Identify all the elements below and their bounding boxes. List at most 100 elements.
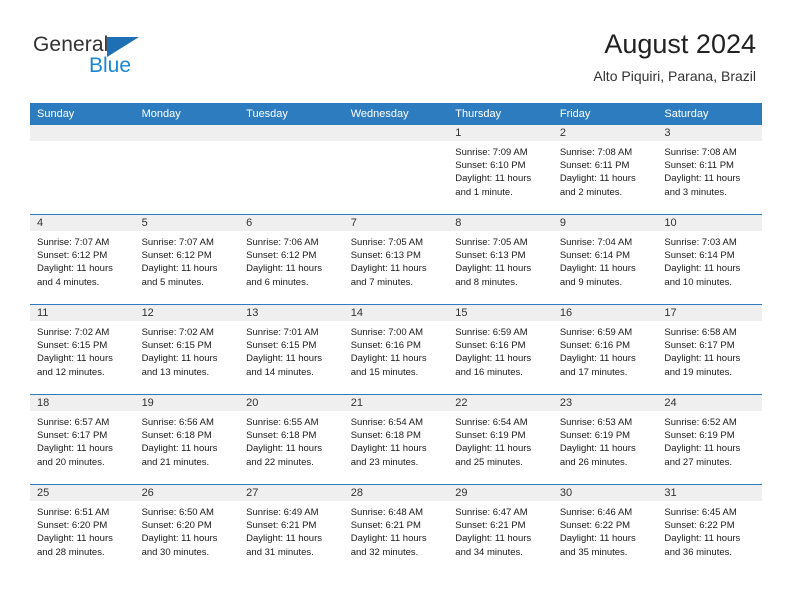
day-cell[interactable]: 30 Sunrise: 6:46 AM Sunset: 6:22 PM Dayligh…	[552, 485, 658, 574]
day-number: 8	[455, 217, 462, 229]
day-cell[interactable]: 13 Sunrise: 7:01 AM Sunset: 6:15 PM Dayligh…	[239, 305, 344, 394]
daylight-text: and 30 minutes.	[141, 546, 210, 558]
day-number-band: 12	[134, 305, 240, 322]
day-cell[interactable]: 29 Sunrise: 6:47 AM Sunset: 6:21 PM Dayligh…	[448, 485, 553, 574]
daylight-text: Daylight: 11 hours	[246, 533, 323, 545]
day-cell[interactable]: 22 Sunrise: 6:54 AM Sunset: 6:19 PM Dayligh…	[448, 395, 553, 484]
day-number-band: 15	[448, 305, 553, 322]
daylight-text: and 36 minutes.	[664, 546, 733, 558]
sunset-text: Sunset: 6:21 PM	[350, 520, 421, 532]
day-number: 7	[350, 217, 357, 229]
day-number-band: 2	[552, 125, 658, 142]
day-cell[interactable]: 18 Sunrise: 6:57 AM Sunset: 6:17 PM Dayligh…	[30, 395, 135, 484]
day-details: Sunrise: 6:59 AM Sunset: 6:16 PM Daylight:…	[553, 322, 658, 379]
day-cell[interactable]: 12 Sunrise: 7:02 AM Sunset: 6:15 PM Dayligh…	[134, 305, 240, 394]
daylight-text: Daylight: 11 hours	[559, 263, 636, 275]
day-number: 16	[559, 307, 573, 319]
weekday-header-saturday: Saturday	[664, 108, 709, 120]
day-cell[interactable]: 14 Sunrise: 7:00 AM Sunset: 6:16 PM Dayligh…	[343, 305, 449, 394]
general-blue-logo[interactable]: General Blue	[33, 33, 233, 83]
sunset-text: Sunset: 6:21 PM	[246, 520, 317, 532]
day-cell-empty	[134, 125, 240, 214]
weekday-header-wednesday: Wednesday	[350, 108, 409, 120]
day-number-band: 23	[552, 395, 658, 412]
day-cell[interactable]: 20 Sunrise: 6:55 AM Sunset: 6:18 PM Dayligh…	[239, 395, 344, 484]
day-cell[interactable]: 5 Sunrise: 7:07 AM Sunset: 6:12 PM Daylight…	[134, 215, 240, 304]
daylight-text: Daylight: 11 hours	[350, 533, 427, 545]
daylight-text: Daylight: 11 hours	[246, 353, 323, 365]
day-details: Sunrise: 6:45 AM Sunset: 6:22 PM Daylight:…	[657, 502, 762, 559]
day-details: Sunrise: 7:08 AM Sunset: 6:11 PM Daylight:…	[657, 142, 762, 199]
sunset-text: Sunset: 6:17 PM	[37, 430, 108, 442]
daylight-text: Daylight: 11 hours	[559, 353, 636, 365]
sunset-text: Sunset: 6:13 PM	[455, 250, 526, 262]
day-cell[interactable]: 7 Sunrise: 7:05 AM Sunset: 6:13 PM Daylight…	[343, 215, 449, 304]
daylight-text: Daylight: 11 hours	[141, 263, 218, 275]
day-cell[interactable]: 2 Sunrise: 7:08 AM Sunset: 6:11 PM Daylight…	[552, 125, 658, 214]
sunset-text: Sunset: 6:11 PM	[664, 160, 734, 172]
daylight-text: and 6 minutes.	[246, 276, 309, 288]
day-cell[interactable]: 27 Sunrise: 6:49 AM Sunset: 6:21 PM Dayligh…	[239, 485, 344, 574]
day-cell[interactable]: 3 Sunrise: 7:08 AM Sunset: 6:11 PM Daylight…	[657, 125, 762, 214]
day-details: Sunrise: 7:04 AM Sunset: 6:14 PM Daylight:…	[553, 232, 658, 289]
sunrise-text: Sunrise: 6:50 AM	[141, 507, 214, 518]
day-number: 20	[246, 397, 259, 409]
day-number-band: 17	[657, 305, 762, 322]
day-details: Sunrise: 6:47 AM Sunset: 6:21 PM Daylight:…	[448, 502, 553, 559]
sunset-text: Sunset: 6:19 PM	[664, 430, 735, 442]
day-cell-empty	[343, 125, 449, 214]
day-cell[interactable]: 28 Sunrise: 6:48 AM Sunset: 6:21 PM Dayligh…	[343, 485, 449, 574]
daylight-text: and 3 minutes.	[664, 186, 727, 198]
day-cell[interactable]: 17 Sunrise: 6:58 AM Sunset: 6:17 PM Dayligh…	[657, 305, 762, 394]
day-number-band: 18	[30, 395, 135, 412]
day-number: 5	[141, 217, 148, 229]
daylight-text: and 10 minutes.	[664, 276, 733, 288]
daylight-text: and 16 minutes.	[455, 366, 523, 378]
daylight-text: Daylight: 11 hours	[455, 263, 532, 275]
day-number-band: 4	[30, 215, 135, 232]
day-cell[interactable]: 19 Sunrise: 6:56 AM Sunset: 6:18 PM Dayligh…	[134, 395, 240, 484]
day-cell[interactable]: 15 Sunrise: 6:59 AM Sunset: 6:16 PM Dayligh…	[448, 305, 553, 394]
sunrise-text: Sunrise: 7:02 AM	[37, 327, 110, 338]
day-number-band	[134, 125, 240, 142]
sunrise-text: Sunrise: 6:45 AM	[664, 507, 737, 518]
daylight-text: Daylight: 11 hours	[141, 443, 218, 455]
day-cell[interactable]: 23 Sunrise: 6:53 AM Sunset: 6:19 PM Dayligh…	[552, 395, 658, 484]
sunrise-text: Sunrise: 6:49 AM	[246, 507, 319, 518]
day-number-band: 31	[657, 485, 762, 502]
day-cell[interactable]: 4 Sunrise: 7:07 AM Sunset: 6:12 PM Daylight…	[30, 215, 135, 304]
day-cell[interactable]: 11 Sunrise: 7:02 AM Sunset: 6:15 PM Dayligh…	[30, 305, 135, 394]
sunrise-text: Sunrise: 7:07 AM	[37, 237, 110, 248]
day-cell[interactable]: 26 Sunrise: 6:50 AM Sunset: 6:20 PM Dayligh…	[134, 485, 240, 574]
daylight-text: and 8 minutes.	[455, 276, 518, 288]
day-number: 3	[664, 127, 671, 139]
weekday-header-friday: Friday	[559, 108, 591, 120]
logo-text-blue: Blue	[89, 54, 132, 77]
calendar-week-row: 11 Sunrise: 7:02 AM Sunset: 6:15 PM Dayligh…	[30, 304, 762, 394]
day-cell[interactable]: 8 Sunrise: 7:05 AM Sunset: 6:13 PM Daylight…	[448, 215, 553, 304]
day-cell[interactable]: 21 Sunrise: 6:54 AM Sunset: 6:18 PM Dayligh…	[343, 395, 449, 484]
day-number-band: 10	[657, 215, 762, 232]
day-cell[interactable]: 9 Sunrise: 7:04 AM Sunset: 6:14 PM Daylight…	[552, 215, 658, 304]
day-cell[interactable]: 31 Sunrise: 6:45 AM Sunset: 6:22 PM Dayligh…	[657, 485, 762, 574]
day-cell[interactable]: 6 Sunrise: 7:06 AM Sunset: 6:12 PM Daylight…	[239, 215, 344, 304]
daylight-text: and 9 minutes.	[559, 276, 623, 288]
sunset-text: Sunset: 6:18 PM	[141, 430, 212, 442]
day-cell[interactable]: 25 Sunrise: 6:51 AM Sunset: 6:20 PM Dayligh…	[30, 485, 135, 574]
day-cell[interactable]: 1 Sunrise: 7:09 AM Sunset: 6:10 PM Daylight…	[448, 125, 553, 214]
sunrise-text: Sunrise: 6:58 AM	[664, 327, 737, 338]
day-number: 27	[246, 487, 259, 499]
day-cell[interactable]: 24 Sunrise: 6:52 AM Sunset: 6:19 PM Dayligh…	[657, 395, 762, 484]
day-cell[interactable]: 10 Sunrise: 7:03 AM Sunset: 6:14 PM Dayligh…	[657, 215, 762, 304]
day-number: 14	[350, 307, 363, 319]
sunset-text: Sunset: 6:16 PM	[559, 340, 631, 352]
daylight-text: and 20 minutes.	[37, 456, 105, 468]
calendar-grid: Sunday Monday Tuesday Wednesday Thursday Frid…	[30, 103, 762, 574]
daylight-text: Daylight: 11 hours	[664, 173, 741, 185]
day-details: Sunrise: 7:02 AM Sunset: 6:15 PM Daylight:…	[135, 322, 240, 379]
sunrise-text: Sunrise: 6:59 AM	[455, 327, 528, 338]
sunset-text: Sunset: 6:17 PM	[664, 340, 735, 352]
day-number-band: 11	[30, 305, 135, 322]
day-cell[interactable]: 16 Sunrise: 6:59 AM Sunset: 6:16 PM Dayligh…	[552, 305, 658, 394]
weekday-header-monday: Monday	[141, 108, 181, 120]
